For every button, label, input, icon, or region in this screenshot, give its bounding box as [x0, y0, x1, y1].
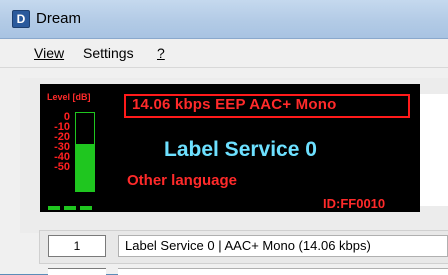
- main-window: D Dream View Settings ? Level [dB] 0 -10…: [0, 0, 448, 275]
- menu-view-label: View: [34, 45, 65, 61]
- window-title: Dream: [36, 10, 82, 27]
- service-description: Label Service 0 | AAC+ Mono (14.06 kbps): [118, 235, 448, 257]
- signal-segment: [80, 206, 92, 210]
- menu-bar: View Settings ?: [0, 39, 448, 68]
- level-scale: 0 -10 -20 -30 -40 -50: [50, 112, 70, 173]
- menu-help[interactable]: ?: [157, 45, 165, 61]
- level-meter: [75, 112, 95, 192]
- menu-view[interactable]: View: [34, 45, 64, 61]
- menu-settings[interactable]: Settings: [83, 45, 134, 61]
- menu-settings-label: Settings: [83, 45, 134, 61]
- menu-help-label: ?: [157, 45, 165, 61]
- service-select-button[interactable]: 1: [48, 235, 106, 257]
- service-label: Label Service 0: [164, 138, 317, 161]
- title-bar[interactable]: D Dream: [0, 0, 448, 39]
- service-id: ID:FF0010: [323, 196, 386, 211]
- app-icon: D: [12, 10, 30, 28]
- signal-segment: [64, 206, 76, 210]
- level-meter-label: Level [dB]: [47, 92, 91, 102]
- language-label: Other language: [127, 172, 238, 189]
- side-panel: [420, 94, 448, 206]
- level-meter-fill: [76, 144, 94, 191]
- bitrate-info: 14.06 kbps EEP AAC+ Mono: [132, 96, 337, 113]
- scale-tick: -50: [54, 161, 70, 173]
- signal-segment: [48, 206, 60, 210]
